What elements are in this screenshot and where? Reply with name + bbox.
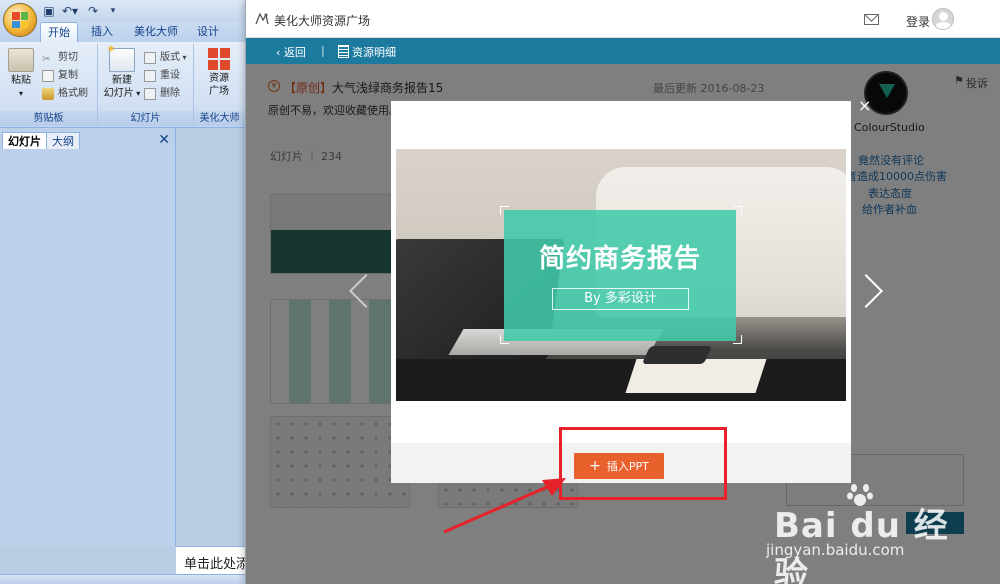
nav-separator: | bbox=[321, 44, 325, 57]
undo-icon[interactable]: ↶▾ bbox=[60, 3, 80, 19]
phone-photo bbox=[641, 346, 713, 364]
slides-pane bbox=[0, 128, 176, 546]
notebook-photo bbox=[625, 359, 767, 393]
close-icon[interactable]: ✕ bbox=[158, 132, 170, 148]
resource-grid-icon bbox=[208, 48, 230, 70]
chevron-right-icon[interactable] bbox=[866, 272, 884, 310]
redo-icon[interactable]: ↷ bbox=[86, 3, 100, 19]
cover-subtitle: By 多彩设计 bbox=[552, 288, 689, 310]
tab-insert[interactable]: 插入 bbox=[84, 22, 120, 42]
clipboard-group-label: 剪贴板 bbox=[0, 111, 97, 126]
resource-detail-label: 资源明细 bbox=[338, 44, 396, 60]
clipboard-group: 粘贴 ▾ ✂ 剪切 复制 格式刷 剪贴板 bbox=[0, 44, 98, 126]
save-icon[interactable]: ▣ bbox=[42, 3, 56, 19]
chevron-left-icon[interactable] bbox=[348, 272, 366, 310]
meihua-logo-icon bbox=[255, 12, 269, 25]
paste-button[interactable]: 粘贴 ▾ bbox=[6, 48, 36, 100]
tab-slides[interactable]: 幻灯片 bbox=[2, 132, 47, 149]
login-link[interactable]: 登录 bbox=[906, 13, 930, 30]
new-slide-button[interactable]: ✶ 新建 幻灯片 ▾ bbox=[102, 43, 142, 100]
cut-button[interactable]: ✂ 剪切 bbox=[42, 50, 78, 66]
tab-meihua[interactable]: 美化大师 bbox=[128, 22, 184, 42]
tab-design[interactable]: 设计 bbox=[192, 22, 224, 42]
dialog-title: 美化大师资源广场 bbox=[274, 14, 371, 28]
annotation-highlight-box bbox=[559, 427, 727, 500]
reset-button[interactable]: 重设 bbox=[144, 68, 180, 84]
ribbon-tabs: 开始 插入 美化大师 设计 bbox=[0, 22, 245, 42]
meihua-group-label: 美化大师 bbox=[194, 111, 245, 126]
meihua-group: 资源 广场 美化大师 bbox=[194, 44, 245, 126]
cover-title-box: 简约商务报告 By 多彩设计 bbox=[504, 210, 736, 341]
ribbon-body: 粘贴 ▾ ✂ 剪切 复制 格式刷 剪贴板 ✶ 新建 幻灯片 ▾ 版式 ▾ 重设 删除 … bbox=[0, 42, 245, 128]
copy-button[interactable]: 复制 bbox=[42, 68, 78, 84]
template-preview-image: 简约商务报告 By 多彩设计 bbox=[396, 149, 846, 401]
scissors-icon: ✂ bbox=[42, 54, 51, 65]
tab-outline[interactable]: 大纲 bbox=[46, 132, 80, 149]
resource-square-button[interactable]: 资源 广场 bbox=[202, 48, 236, 98]
slides-group: ✶ 新建 幻灯片 ▾ 版式 ▾ 重设 删除 幻灯片 bbox=[98, 43, 194, 126]
avatar[interactable] bbox=[932, 8, 954, 30]
brush-icon bbox=[42, 88, 54, 100]
customize-qat-icon[interactable]: ▾ bbox=[108, 3, 118, 19]
format-painter-button[interactable]: 格式刷 bbox=[42, 86, 88, 102]
pane-tabs: 幻灯片 大纲 ✕ bbox=[0, 132, 176, 150]
tab-home[interactable]: 开始 bbox=[40, 22, 78, 42]
back-button[interactable]: ‹ 返回 bbox=[276, 44, 306, 60]
delete-slide-button[interactable]: 删除 bbox=[144, 86, 180, 102]
cover-title: 简约商务报告 bbox=[538, 244, 701, 274]
office-logo-icon bbox=[12, 12, 28, 28]
nav-bar: ‹ 返回 | 资源明细 bbox=[246, 38, 1000, 64]
layout-icon bbox=[144, 52, 156, 64]
reset-icon bbox=[144, 70, 156, 82]
layout-button[interactable]: 版式 ▾ bbox=[144, 50, 187, 66]
delete-icon bbox=[144, 88, 156, 100]
office-button[interactable] bbox=[3, 3, 37, 37]
watermark-url: jingyan.baidu.com bbox=[766, 541, 905, 559]
annotation-arrow-icon bbox=[443, 478, 566, 534]
baidu-jingyan-watermark: Bai du 经验 jingyan.baidu.com bbox=[758, 478, 958, 584]
paste-label: 粘贴 bbox=[11, 75, 31, 86]
table-photo bbox=[396, 359, 846, 401]
new-slide-icon: ✶ bbox=[106, 43, 135, 72]
close-icon[interactable]: × bbox=[858, 96, 871, 115]
slides-group-label: 幻灯片 bbox=[98, 111, 193, 126]
paste-icon bbox=[8, 48, 34, 72]
mail-icon[interactable] bbox=[864, 14, 879, 25]
copy-icon bbox=[42, 70, 54, 82]
dialog-titlebar: 美化大师资源广场 登录 bbox=[246, 0, 1000, 38]
